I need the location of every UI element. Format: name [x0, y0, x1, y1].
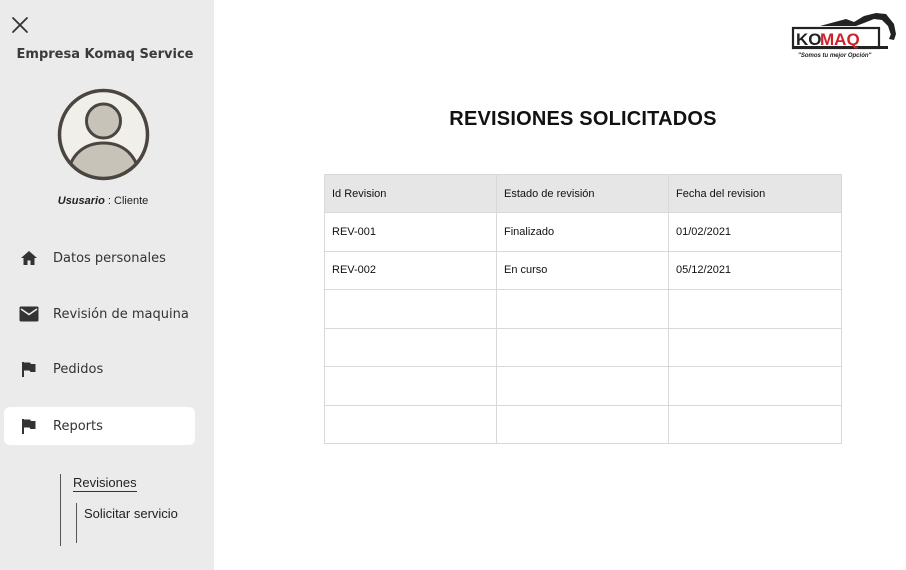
page-title: REVISIONES SOLICITADOS — [449, 108, 717, 130]
cell-id — [324, 366, 497, 406]
cell-id — [324, 404, 497, 444]
submenu-solicitar-servicio-link[interactable]: Solicitar servicio — [84, 506, 178, 521]
cell-estado — [496, 404, 669, 444]
cell-fecha: 01/02/2021 — [668, 212, 842, 252]
sidebar-item-pedidos[interactable]: Pedidos — [4, 350, 195, 388]
flag-icon — [19, 416, 39, 436]
avatar — [57, 88, 150, 181]
cell-estado — [496, 366, 669, 406]
column-header-fecha: Fecha del revision — [668, 174, 842, 213]
sidebar-item-label: Datos personales — [53, 250, 166, 266]
cell-id — [324, 327, 497, 367]
home-icon — [19, 248, 39, 268]
sidebar-item-label: Pedidos — [53, 361, 104, 377]
cell-fecha — [668, 327, 842, 367]
cell-id: REV-001 — [324, 212, 497, 252]
table-row[interactable]: REV-001 Finalizado 01/02/2021 — [324, 212, 842, 252]
flag-icon — [19, 359, 39, 379]
komaq-logo: KO MAQ "Somos tu mejor Opción" — [790, 10, 898, 64]
sidebar-item-label: Revisión de maquina — [53, 306, 189, 322]
company-name: Empresa Komaq Service — [16, 47, 194, 62]
cell-fecha — [668, 404, 842, 444]
submenu-divider — [76, 503, 77, 543]
user-label: Ususario — [57, 195, 105, 207]
close-icon[interactable] — [10, 15, 30, 35]
sidebar-item-label: Reports — [53, 418, 103, 434]
table-row — [324, 366, 842, 406]
sidebar-item-reports[interactable]: Reports — [4, 407, 195, 445]
logo-brand-ko: KO — [796, 30, 822, 49]
cell-id: REV-002 — [324, 250, 497, 290]
table-row[interactable]: REV-002 En curso 05/12/2021 — [324, 250, 842, 290]
mail-icon — [19, 304, 39, 324]
cell-estado — [496, 327, 669, 367]
submenu-divider — [60, 474, 61, 546]
revisions-table: Id Revision Estado de revisión Fecha del… — [324, 174, 842, 444]
user-separator: : — [104, 195, 114, 207]
cell-id — [324, 289, 497, 329]
table-row — [324, 327, 842, 367]
user-role: Cliente — [114, 195, 149, 207]
sidebar: Empresa Komaq Service Ususario : Cliente… — [0, 0, 214, 570]
logo-brand-maq: MAQ — [820, 30, 860, 49]
logo-tagline: "Somos tu mejor Opción" — [798, 53, 872, 59]
sidebar-item-datos-personales[interactable]: Datos personales — [4, 239, 195, 277]
cell-estado — [496, 289, 669, 329]
cell-fecha — [668, 366, 842, 406]
table-row — [324, 289, 842, 329]
cell-fecha: 05/12/2021 — [668, 250, 842, 290]
column-header-estado: Estado de revisión — [496, 174, 669, 213]
user-role-line: Ususario : Cliente — [0, 195, 206, 207]
cell-fecha — [668, 289, 842, 329]
submenu-revisiones-link[interactable]: Revisiones — [73, 475, 137, 492]
column-header-id: Id Revision — [324, 174, 497, 213]
table-header-row: Id Revision Estado de revisión Fecha del… — [324, 174, 842, 213]
table-row — [324, 404, 842, 444]
sidebar-item-revision-maquina[interactable]: Revisión de maquina — [4, 295, 195, 333]
cell-estado: En curso — [496, 250, 669, 290]
cell-estado: Finalizado — [496, 212, 669, 252]
